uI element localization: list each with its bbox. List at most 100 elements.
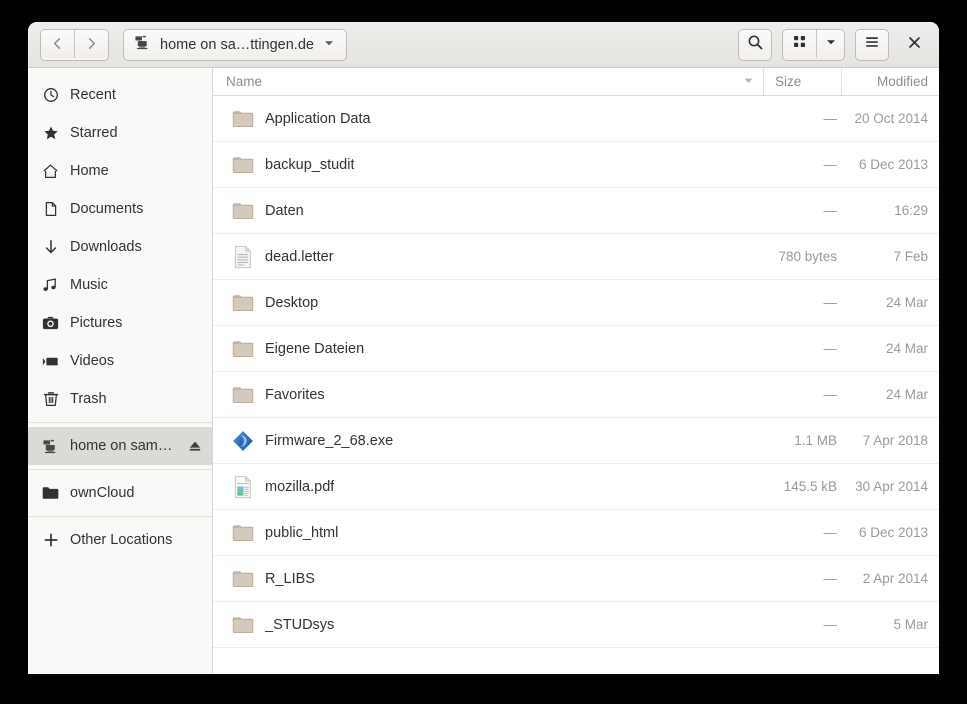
table-row[interactable]: Desktop — 24 Mar [213, 280, 939, 326]
folder-icon [232, 199, 254, 223]
file-name-cell: mozilla.pdf [213, 475, 764, 499]
hamburger-menu-icon [864, 34, 880, 55]
sidebar[interactable]: Recent Starred Home Documents Downloads Music… [28, 68, 213, 674]
eject-icon[interactable] [187, 439, 202, 454]
sidebar-item-label: Downloads [70, 239, 142, 255]
sidebar-item-label: home on sam… [70, 438, 173, 454]
file-name-label: public_html [265, 524, 339, 541]
view-options-dropdown-button[interactable] [816, 29, 844, 58]
file-size-label: 780 bytes [778, 249, 837, 264]
sidebar-item-trash[interactable]: Trash [28, 380, 212, 418]
search-icon [747, 34, 764, 56]
file-size-label: — [823, 341, 838, 356]
sidebar-item-videos[interactable]: Videos [28, 342, 212, 380]
sidebar-separator [28, 516, 212, 517]
folder-icon [232, 567, 254, 591]
table-row[interactable]: dead.letter 780 bytes 7 Feb [213, 234, 939, 280]
grid-view-icon [792, 34, 807, 54]
table-row[interactable]: _STUDsys — 5 Mar [213, 602, 939, 648]
file-name-label: Daten [265, 202, 304, 219]
chevron-right-icon [84, 36, 99, 51]
table-row[interactable]: Application Data — 20 Oct 2014 [213, 96, 939, 142]
folder-icon [232, 337, 254, 361]
table-row[interactable]: backup_studit — 6 Dec 2013 [213, 142, 939, 188]
folder-icon [232, 383, 254, 407]
path-bar-label: home on sa…ttingen.de [160, 36, 314, 53]
file-name-label: Desktop [265, 294, 319, 311]
table-row[interactable]: Favorites — 24 Mar [213, 372, 939, 418]
column-header-name[interactable]: Name [213, 68, 764, 95]
file-name-label: Application Data [265, 110, 371, 127]
document-icon [42, 201, 59, 218]
sidebar-item-label: Home [70, 163, 109, 179]
file-modified-label: 2 Apr 2014 [862, 571, 928, 586]
file-name-cell: Desktop [213, 291, 764, 315]
file-modified-label: 16:29 [894, 203, 928, 218]
sidebar-item-label: Pictures [70, 315, 123, 331]
file-name-cell: Eigene Dateien [213, 337, 764, 361]
file-manager-window: home on sa…ttingen.de Recent Starred Hom… [28, 22, 939, 674]
file-modified-label: 30 Apr 2014 [855, 479, 928, 494]
table-row[interactable]: R_LIBS — 2 Apr 2014 [213, 556, 939, 602]
file-name-label: mozilla.pdf [265, 478, 335, 495]
folder-icon [232, 153, 254, 177]
column-header-name-label: Name [226, 74, 263, 89]
sidebar-item-label: Documents [70, 201, 144, 217]
file-modified-label: 24 Mar [885, 341, 928, 356]
file-name-label: Eigene Dateien [265, 340, 365, 357]
main-menu-button[interactable] [855, 28, 889, 61]
folder-icon [232, 521, 254, 545]
sidebar-item-pictures[interactable]: Pictures [28, 304, 212, 342]
file-name-label: _STUDsys [265, 616, 335, 633]
file-size-label: — [823, 387, 838, 402]
sidebar-item-recent[interactable]: Recent [28, 76, 212, 114]
sidebar-item-starred[interactable]: Starred [28, 114, 212, 152]
sidebar-item-home-on-sam[interactable]: home on sam… [28, 427, 212, 465]
chevron-down-icon [323, 36, 335, 54]
plus-icon [42, 532, 59, 549]
forward-button[interactable] [74, 29, 108, 58]
camera-icon [42, 315, 59, 332]
sidebar-item-downloads[interactable]: Downloads [28, 228, 212, 266]
file-name-cell: Application Data [213, 107, 764, 131]
back-button[interactable] [41, 29, 74, 58]
file-name-cell: _STUDsys [213, 613, 764, 637]
text-file-icon [232, 245, 254, 269]
search-button[interactable] [738, 28, 772, 61]
file-size-label: 1.1 MB [794, 433, 837, 448]
file-size-label: — [823, 525, 838, 540]
home-icon [42, 163, 59, 180]
sidebar-item-label: Videos [70, 353, 115, 369]
file-modified-label: 24 Mar [885, 295, 928, 310]
sidebar-item-home[interactable]: Home [28, 152, 212, 190]
table-row[interactable]: Eigene Dateien — 24 Mar [213, 326, 939, 372]
sidebar-item-owncloud[interactable]: ownCloud [28, 474, 212, 512]
table-row[interactable]: public_html — 6 Dec 2013 [213, 510, 939, 556]
table-row[interactable]: Firmware_2_68.exe 1.1 MB 7 Apr 2018 [213, 418, 939, 464]
table-row[interactable]: Daten — 16:29 [213, 188, 939, 234]
file-list[interactable]: Application Data — 20 Oct 2014 backup_stud… [213, 96, 939, 674]
sidebar-item-music[interactable]: Music [28, 266, 212, 304]
table-row[interactable]: mozilla.pdf 145.5 kB 30 Apr 2014 [213, 464, 939, 510]
column-header-size[interactable]: Size [764, 68, 842, 95]
sidebar-item-label: Music [70, 277, 108, 293]
grid-view-button[interactable] [783, 30, 816, 58]
file-modified-label: 24 Mar [885, 387, 928, 402]
chevron-left-icon [50, 36, 65, 51]
file-size-label: — [823, 617, 838, 632]
column-header-modified[interactable]: Modified [842, 68, 939, 95]
sidebar-item-label: Starred [70, 125, 118, 141]
folder-icon [232, 291, 254, 315]
pdf-file-icon [232, 475, 254, 499]
sidebar-item-other-locations[interactable]: Other Locations [28, 521, 212, 559]
file-name-cell: backup_studit [213, 153, 764, 177]
close-icon [907, 35, 922, 55]
column-header-modified-label: Modified [876, 74, 928, 89]
close-window-button[interactable] [901, 32, 927, 58]
file-name-cell: R_LIBS [213, 567, 764, 591]
file-name-cell: Favorites [213, 383, 764, 407]
sidebar-item-documents[interactable]: Documents [28, 190, 212, 228]
path-bar-button[interactable]: home on sa…ttingen.de [123, 28, 347, 61]
file-size-label: — [823, 111, 838, 126]
file-list-pane: Name Size Modified Application Data — 20 O… [213, 68, 939, 674]
